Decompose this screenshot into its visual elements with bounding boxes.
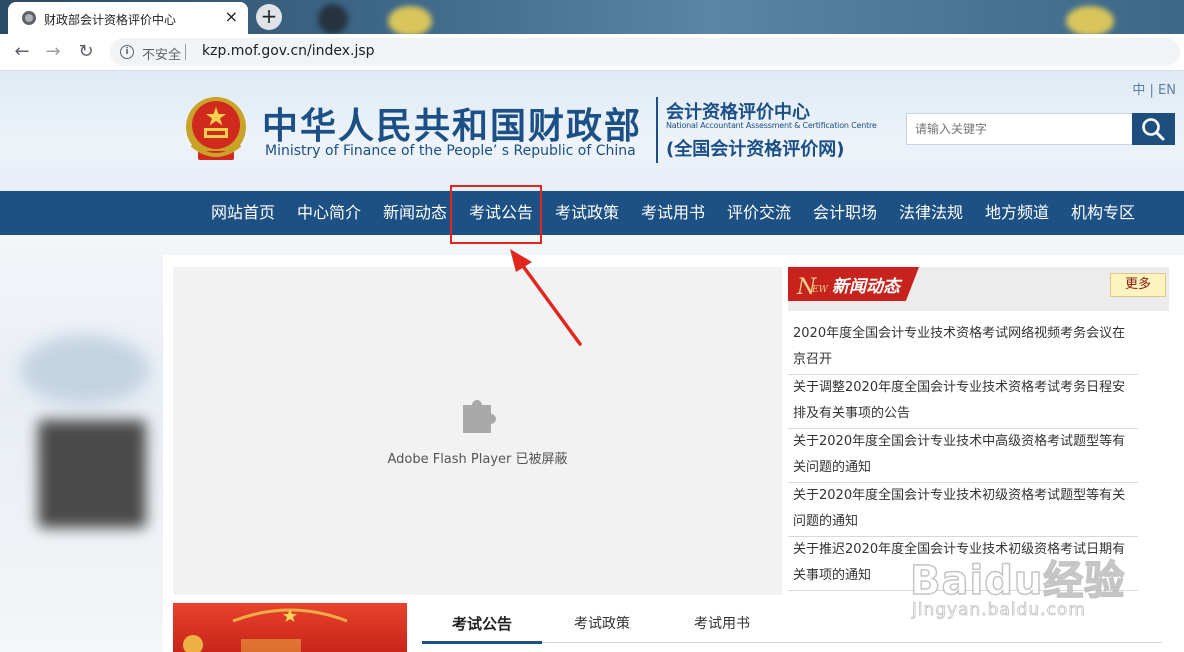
watermark-url: jingyan.baidu.com <box>912 600 1086 621</box>
watermark-logo: Baidu经验 <box>909 557 1126 605</box>
